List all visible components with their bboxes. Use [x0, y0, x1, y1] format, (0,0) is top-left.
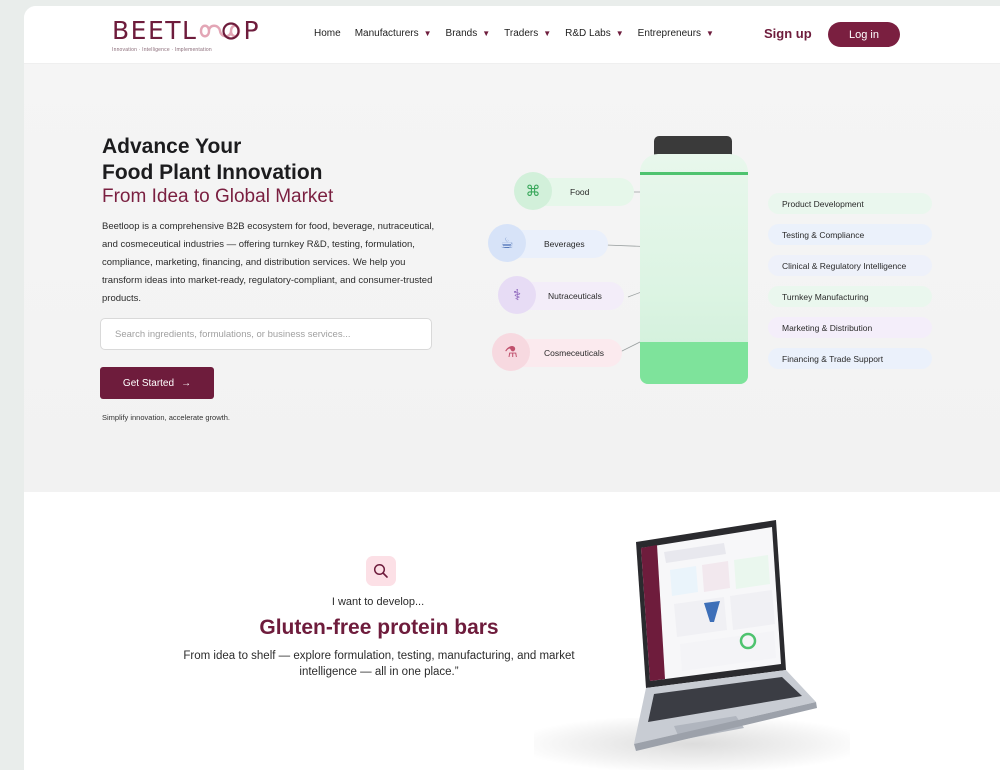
search-icon — [366, 556, 396, 586]
service-marketing-distribution[interactable]: Marketing & Distribution — [768, 317, 932, 338]
service-label: Clinical & Regulatory Intelligence — [782, 260, 907, 271]
ecosystem-illustration: Food ⌘ Beverages ☕ Nutraceuticals ⚕ Cosm… — [454, 130, 954, 410]
service-label: Marketing & Distribution — [782, 322, 873, 333]
caret-down-icon: ▼ — [706, 29, 714, 38]
logo-tagline: Innovation · Intelligence · Implementati… — [112, 47, 212, 53]
logo-wordmark: BEETL P — [112, 18, 260, 44]
get-started-label: Get Started — [122, 377, 175, 389]
nav-brands[interactable]: Brands ▼ — [446, 28, 491, 39]
caret-down-icon: ▼ — [543, 29, 552, 38]
service-label: Financing & Trade Support — [782, 353, 884, 364]
signup-link[interactable]: Sign up — [764, 26, 812, 41]
bottle-body — [640, 154, 748, 384]
food-icon: ⌘ — [514, 172, 552, 210]
nav-rd-labs[interactable]: R&D Labs ▼ — [565, 28, 624, 39]
logo-text-end: P — [243, 16, 261, 45]
hero-description: Beetloop is a comprehensive B2B ecosyste… — [102, 221, 435, 304]
hero-title-line2: Food Plant Innovation — [102, 161, 323, 184]
nav-manufacturers[interactable]: Manufacturers ▼ — [355, 28, 432, 39]
nav-entrepreneurs[interactable]: Entrepreneurs ▼ — [638, 28, 714, 39]
hero-section: Advance Your Food Plant Innovation From … — [24, 64, 1000, 492]
page-frame: BEETL P Innovation · Intelligence · Impl… — [24, 6, 1000, 770]
bottle-fill — [640, 342, 748, 384]
laptop-graphic — [634, 520, 817, 751]
category-food-label: Food — [570, 187, 590, 197]
develop-product: Gluten-free protein bars — [259, 616, 499, 639]
top-navbar: BEETL P Innovation · Intelligence · Impl… — [24, 6, 1000, 64]
caret-down-icon: ▼ — [482, 29, 491, 38]
develop-description: From idea to shelf — explore formulation… — [183, 650, 575, 678]
nav-rd-labs-label: R&D Labs — [565, 28, 611, 39]
category-nutraceuticals-label: Nutraceuticals — [548, 291, 602, 301]
service-clinical-regulatory[interactable]: Clinical & Regulatory Intelligence — [768, 255, 932, 276]
cosmeceutical-icon: ⚗ — [492, 333, 530, 371]
nutraceutical-icon: ⚕ — [498, 276, 536, 314]
get-started-button[interactable]: Get Started → — [100, 367, 214, 399]
nav-traders-label: Traders — [504, 28, 539, 39]
nav-traders[interactable]: Traders ▼ — [504, 28, 551, 39]
nav-home[interactable]: Home — [314, 28, 341, 39]
service-financing-trade[interactable]: Financing & Trade Support — [768, 348, 932, 369]
service-turnkey-manufacturing[interactable]: Turnkey Manufacturing — [768, 286, 932, 307]
develop-intro: I want to develop... — [331, 596, 425, 608]
beverage-icon: ☕ — [488, 224, 526, 262]
hero-title-line1: Advance Your — [102, 135, 242, 158]
laptop-illustration — [524, 512, 854, 770]
hero-tagline: Simplify innovation, accelerate growth. — [102, 413, 230, 422]
brand-logo[interactable]: BEETL P Innovation · Intelligence · Impl… — [112, 18, 260, 54]
hero-subtitle: From Idea to Global Market — [102, 186, 334, 207]
service-label: Product Development — [782, 198, 864, 209]
infinity-loop-icon — [200, 22, 241, 40]
nav-manufacturers-label: Manufacturers — [354, 28, 419, 39]
caret-down-icon: ▼ — [615, 29, 624, 38]
caret-down-icon: ▼ — [423, 29, 432, 38]
search-input[interactable]: Search ingredients, formulations, or bus… — [100, 318, 432, 350]
login-button[interactable]: Log in — [828, 22, 900, 47]
service-label: Testing & Compliance — [782, 229, 865, 240]
category-cosmeceuticals-label: Cosmeceuticals — [544, 348, 604, 358]
arrow-right-icon: → — [181, 377, 192, 389]
develop-section: I want to develop... Gluten-free protein… — [24, 492, 1000, 770]
search-placeholder: Search ingredients, formulations, or bus… — [115, 328, 351, 340]
main-nav: Home Manufacturers ▼ Brands ▼ Traders ▼ R&D… — [314, 28, 728, 39]
service-label: Turnkey Manufacturing — [782, 291, 869, 302]
service-testing-compliance[interactable]: Testing & Compliance — [768, 224, 932, 245]
bottle-illustration — [640, 130, 748, 396]
nav-entrepreneurs-label: Entrepreneurs — [637, 28, 702, 39]
service-product-development[interactable]: Product Development — [768, 193, 932, 214]
bottle-cap — [654, 136, 732, 156]
category-beverages-label: Beverages — [544, 239, 585, 249]
logo-text-start: BEETL — [112, 16, 198, 45]
nav-brands-label: Brands — [445, 28, 478, 39]
nav-home-label: Home — [314, 28, 341, 39]
